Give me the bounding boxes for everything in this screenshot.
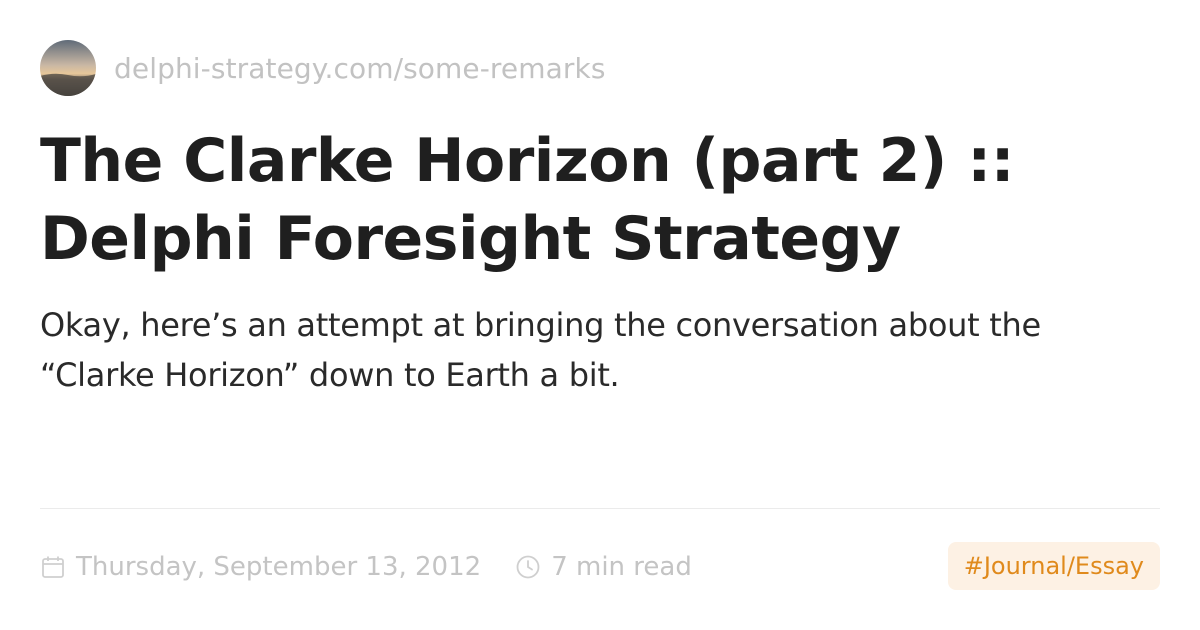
publish-date: Thursday, September 13, 2012: [40, 552, 481, 582]
site-url[interactable]: delphi-strategy.com/some-remarks: [114, 52, 606, 85]
read-time: 7 min read: [515, 552, 692, 582]
site-header: delphi-strategy.com/some-remarks: [40, 40, 606, 96]
site-avatar: [40, 40, 96, 96]
calendar-icon: [42, 556, 64, 578]
sunset-landscape-icon: [40, 40, 96, 96]
publish-date-text: Thursday, September 13, 2012: [76, 552, 482, 582]
article-title[interactable]: The Clarke Horizon (part 2) :: Delphi Fo…: [40, 122, 1160, 278]
article-description: Okay, here’s an attempt at bringing the …: [40, 300, 1160, 400]
tag-badge[interactable]: #Journal/Essay: [947, 542, 1160, 590]
description-line-2: “Clarke Horizon” down to Earth a bit.: [40, 356, 620, 394]
title-line-1: The Clarke Horizon (part 2) ::: [40, 126, 1015, 196]
link-preview-card: delphi-strategy.com/some-remarks The Cla…: [0, 0, 1200, 630]
description-line-1: Okay, here’s an attempt at bringing the …: [40, 306, 1041, 344]
divider: [40, 508, 1160, 509]
clock-icon: [516, 555, 540, 579]
read-time-text: 7 min read: [551, 552, 692, 582]
title-line-2: Delphi Foresight Strategy: [40, 204, 901, 274]
article-meta: Thursday, September 13, 2012 7 min read: [40, 544, 692, 590]
